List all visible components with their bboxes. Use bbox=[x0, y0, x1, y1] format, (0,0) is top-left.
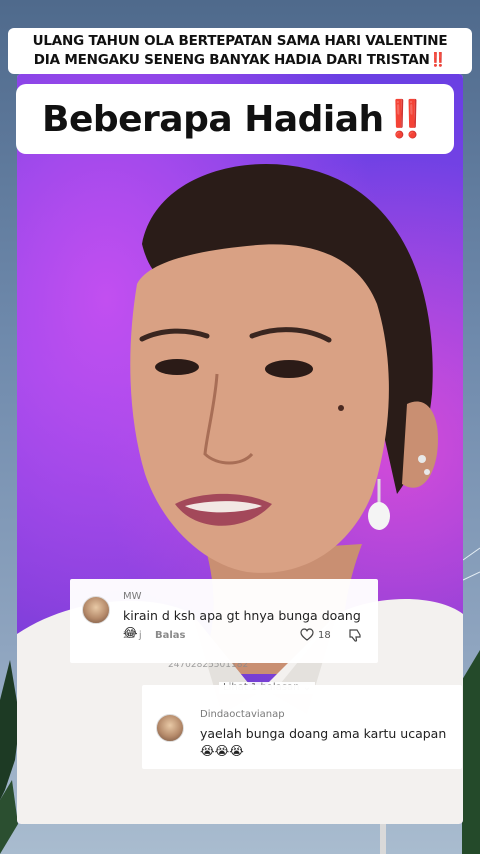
comment-card-mw[interactable]: MW kirain d ksh apa gt hnya bunga doang😂… bbox=[70, 579, 378, 663]
comment-text: yaelah bunga doang ama kartu ucapan 😭😭😭 bbox=[200, 726, 447, 758]
heart-icon[interactable] bbox=[300, 628, 314, 641]
title-box: Beberapa Hadiah‼️ bbox=[16, 84, 454, 154]
title-text: Beberapa Hadiah‼️ bbox=[42, 99, 429, 140]
comment-username[interactable]: MW bbox=[123, 591, 142, 602]
like-count: 18 bbox=[318, 630, 331, 641]
dislike-icon[interactable] bbox=[348, 628, 362, 642]
comment-card-dinda[interactable]: Dindaoctavianap yaelah bunga doang ama k… bbox=[142, 685, 462, 769]
comment-username[interactable]: Dindaoctavianap bbox=[200, 709, 285, 720]
caption-line-1: ULANG TAHUN OLA BERTEPATAN SAMA HARI VAL… bbox=[32, 33, 448, 49]
comment-time: 23 j bbox=[123, 630, 142, 641]
exclamation-emoji: ‼️ bbox=[383, 99, 429, 140]
top-caption: ULANG TAHUN OLA BERTEPATAN SAMA HARI VAL… bbox=[8, 28, 472, 74]
avatar[interactable] bbox=[82, 596, 110, 624]
caption-line-2: DIA MENGAKU SENENG BANYAK HADIA DARI TRI… bbox=[33, 52, 447, 68]
avatar[interactable] bbox=[156, 714, 184, 742]
reply-button[interactable]: Balas bbox=[155, 630, 186, 641]
